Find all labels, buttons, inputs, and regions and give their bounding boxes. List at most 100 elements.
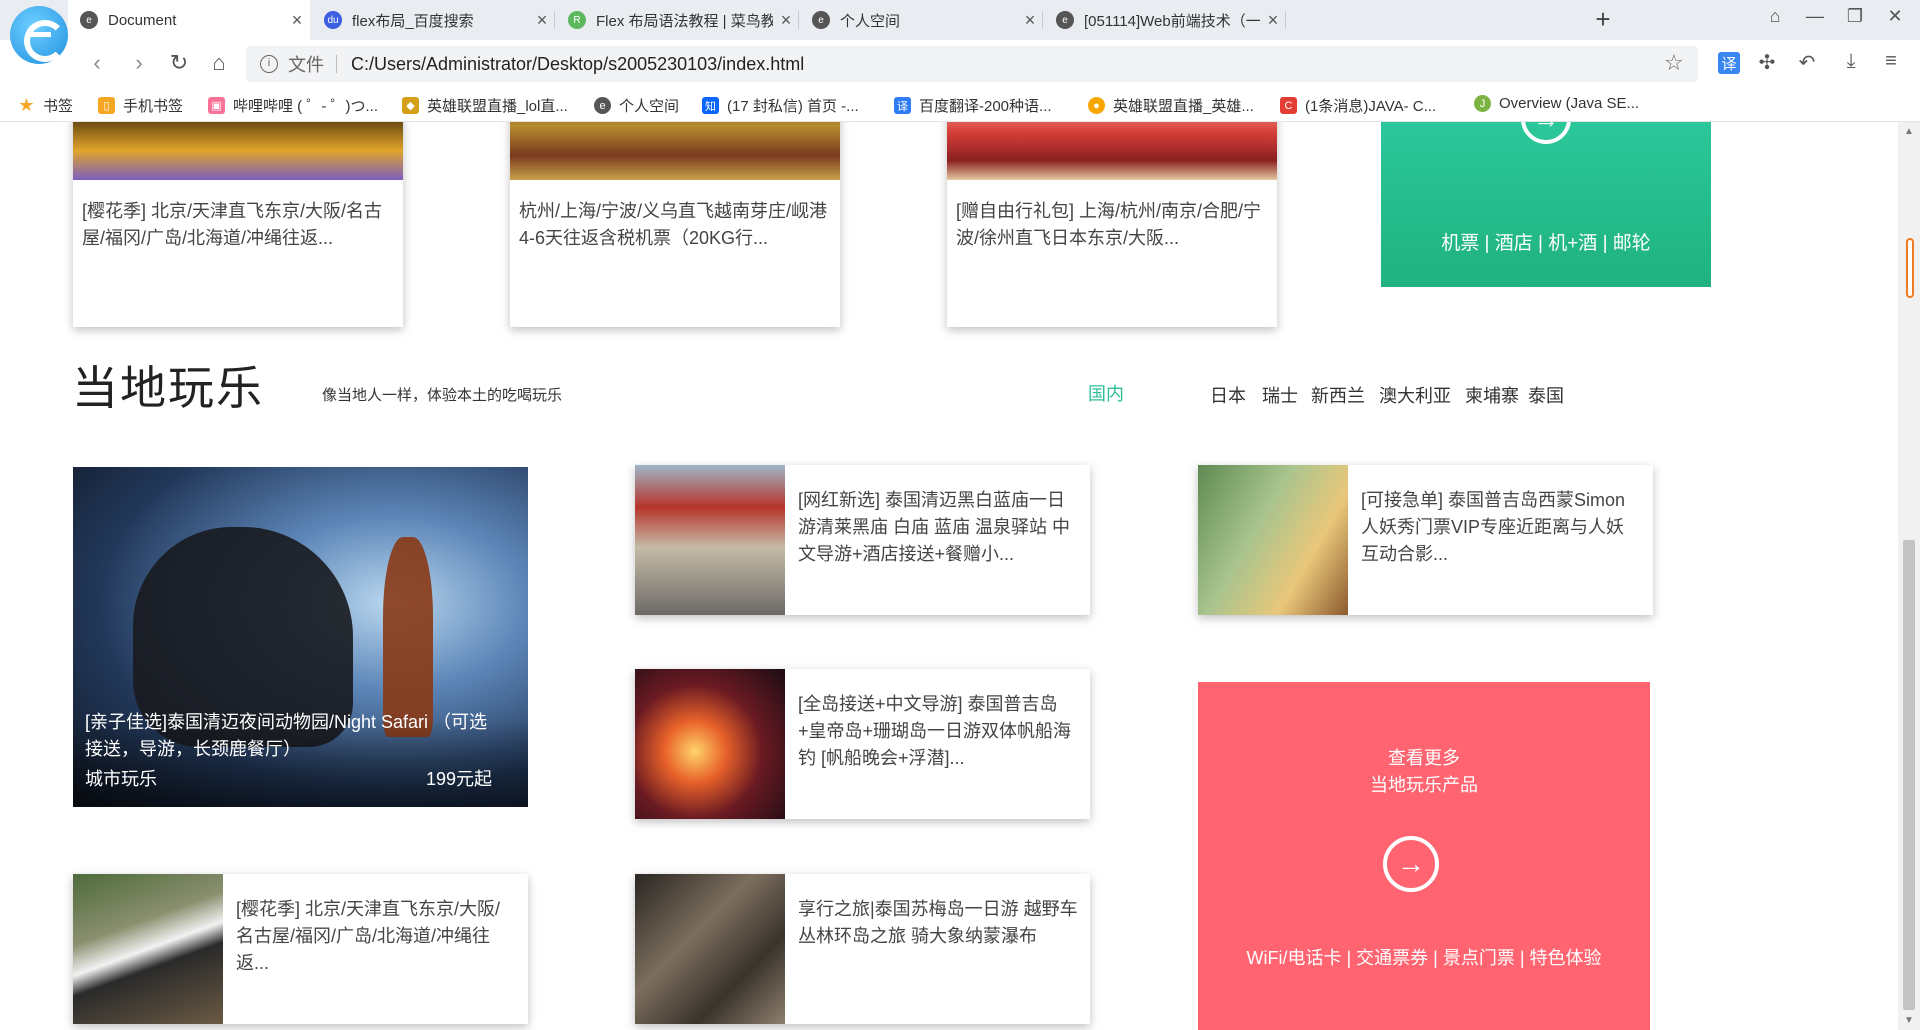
- travel-products-links[interactable]: 机票 | 酒店 | 机+酒 | 邮轮: [1381, 228, 1711, 255]
- tab-document[interactable]: e Document ×: [68, 0, 310, 40]
- bilibili-icon: ▣: [208, 97, 225, 114]
- more-links[interactable]: WiFi/电话卡 | 交通票券 | 景点门票 | 特色体验: [1198, 944, 1650, 970]
- arrow-right-circle-icon[interactable]: →: [1521, 122, 1571, 144]
- region-tab-japan[interactable]: 日本: [1210, 382, 1246, 408]
- tab-divider: [798, 11, 799, 29]
- bookmark-label: 个人空间: [619, 98, 680, 115]
- bookmark-label: 英雄联盟直播_lol直...: [427, 98, 568, 115]
- bookmark-label: Overview (Java SE...: [1499, 95, 1640, 112]
- card-title: [网红新选] 泰国清迈黑白蓝庙一日游清莱黑庙 白庙 蓝庙 温泉驿站 中文导游+酒…: [798, 490, 1071, 564]
- tab-title: Document: [108, 11, 177, 29]
- divider: [336, 55, 337, 73]
- feature-card-image[interactable]: [亲子佳选]泰国清迈夜间动物园/Night Safari （可选接送，导游，长颈…: [73, 467, 528, 807]
- arrow-right-circle-icon[interactable]: →: [1383, 836, 1439, 892]
- activity-card[interactable]: [网红新选] 泰国清迈黑白蓝庙一日游清莱黑庙 白庙 蓝庙 温泉驿站 中文导游+酒…: [635, 465, 1090, 615]
- card-image: [635, 874, 785, 1024]
- travel-products-box[interactable]: → 机票 | 酒店 | 机+酒 | 邮轮: [1381, 122, 1711, 287]
- e-icon: e: [1056, 11, 1074, 29]
- region-tab-australia[interactable]: 澳大利亚: [1379, 382, 1451, 408]
- activity-card[interactable]: [樱花季] 北京/天津直飞东京/大阪/名古屋/福冈/广岛/北海道/冲绳往返...: [73, 874, 528, 1024]
- shirt-skin-icon[interactable]: ⌂: [1760, 6, 1790, 27]
- zhihu-icon: 知: [702, 97, 719, 114]
- browser-logo: [10, 6, 68, 64]
- bookmark-label: 英雄联盟直播_英雄...: [1113, 98, 1254, 115]
- bookmark-item[interactable]: J Overview (Java SE...: [1474, 95, 1639, 112]
- tab-title: [051114]Web前端技术（一）-作: [1084, 12, 1260, 30]
- bookmark-label: 哔哩哔哩 ( ゜- ゜)つ...: [233, 98, 378, 115]
- flight-card-3[interactable]: [赠自由行礼包] 上海/杭州/南京/合肥/宁波/徐州直飞日本东京/大阪...: [947, 122, 1277, 327]
- flight-card-2[interactable]: 杭州/上海/宁波/义乌直飞越南芽庄/岘港4-6天往返含税机票（20KG行...: [510, 122, 840, 327]
- phone-icon: ▯: [98, 97, 115, 114]
- close-icon[interactable]: ×: [529, 10, 555, 31]
- close-icon[interactable]: ×: [1017, 10, 1043, 31]
- game-icon: ◆: [402, 97, 419, 114]
- home-icon[interactable]: ⌂: [204, 50, 234, 76]
- menu-icon[interactable]: ≡: [1878, 50, 1904, 76]
- card-title: [可接急单] 泰国普吉岛西蒙Simon人妖秀门票VIP专座近距离与人妖互动合影.…: [1361, 490, 1626, 564]
- e-icon: e: [80, 11, 98, 29]
- section-subtitle: 像当地人一样，体验本土的吃喝玩乐: [322, 387, 563, 404]
- url-text[interactable]: C:/Users/Administrator/Desktop/s20052301…: [351, 54, 804, 75]
- tab-web-course[interactable]: e [051114]Web前端技术（一）-作 ×: [1044, 0, 1286, 40]
- bookmark-item[interactable]: C (1条消息)JAVA- C...: [1280, 95, 1436, 116]
- card-title: 杭州/上海/宁波/义乌直飞越南芽庄/岘港4-6天往返含税机票（20KG行...: [519, 201, 828, 248]
- forward-icon[interactable]: ›: [124, 50, 154, 76]
- info-icon[interactable]: i: [260, 55, 278, 73]
- scroll-down-icon[interactable]: ▼: [1904, 1015, 1914, 1026]
- tab-flex-baidu[interactable]: du flex布局_百度搜索 ×: [312, 0, 555, 40]
- download-icon[interactable]: ⤓: [1838, 50, 1864, 76]
- card-title: 享行之旅|泰国苏梅岛一日游 越野车丛林环岛之旅 骑大象纳蒙瀑布: [798, 899, 1078, 946]
- region-tab-new-zealand[interactable]: 新西兰: [1311, 382, 1365, 408]
- tab-divider: [1042, 11, 1043, 29]
- activity-card[interactable]: [全岛接送+中文导游] 泰国普吉岛+皇帝岛+珊瑚岛一日游双体帆船海钓 [帆船晚会…: [635, 669, 1090, 819]
- bookmark-item[interactable]: ▯ 手机书签: [98, 95, 183, 116]
- bookmark-item[interactable]: e 个人空间: [594, 95, 679, 116]
- bookmark-label: 百度翻译-200种语...: [919, 98, 1052, 115]
- region-tab-thailand[interactable]: 泰国: [1528, 382, 1564, 408]
- scroll-up-icon[interactable]: ▲: [1904, 126, 1914, 137]
- file-scheme-label: 文件: [288, 55, 324, 75]
- more-local-products-box[interactable]: 查看更多 当地玩乐产品 → WiFi/电话卡 | 交通票券 | 景点门票 | 特…: [1198, 682, 1650, 1030]
- bookmark-item[interactable]: 知 (17 封私信) 首页 -...: [702, 95, 859, 116]
- translate-icon: 译: [894, 97, 911, 114]
- more-line-2: 当地玩乐产品: [1370, 775, 1478, 795]
- close-icon[interactable]: ×: [1260, 10, 1286, 31]
- undo-icon[interactable]: ↶: [1794, 50, 1820, 76]
- bookmark-item[interactable]: ★ 书签: [18, 95, 73, 116]
- translate-icon[interactable]: 译: [1718, 52, 1740, 74]
- region-tab-cambodia[interactable]: 柬埔寨: [1465, 382, 1519, 408]
- page-viewport: [樱花季] 北京/天津直飞东京/大阪/名古屋/福冈/广岛/北海道/冲绳往返...…: [0, 122, 1898, 1030]
- refresh-icon[interactable]: ↻: [164, 50, 194, 76]
- restore-button[interactable]: ❐: [1840, 6, 1870, 27]
- bookmark-item[interactable]: 译百度翻译-200种语...: [894, 95, 1052, 116]
- tab-runoob[interactable]: R Flex 布局语法教程 | 菜鸟教程 ×: [556, 0, 799, 40]
- bookmark-item[interactable]: ▣ 哔哩哔哩 ( ゜- ゜)つ...: [208, 95, 378, 116]
- card-image: [73, 874, 223, 1024]
- bookmark-item[interactable]: ◆ 英雄联盟直播_lol直...: [402, 95, 568, 116]
- bookmark-label: 手机书签: [123, 98, 184, 115]
- back-icon[interactable]: ‹: [82, 50, 112, 76]
- monk-silhouette: [383, 537, 433, 737]
- activity-card[interactable]: [可接急单] 泰国普吉岛西蒙Simon人妖秀门票VIP专座近距离与人妖互动合影.…: [1198, 465, 1653, 615]
- tab-divider: [554, 11, 555, 29]
- new-tab-button[interactable]: +: [1588, 4, 1618, 36]
- region-tab-domestic[interactable]: 国内: [1088, 380, 1124, 406]
- e-icon: e: [812, 11, 830, 29]
- scrollbar-thumb[interactable]: [1903, 540, 1915, 1010]
- activity-card[interactable]: 享行之旅|泰国苏梅岛一日游 越野车丛林环岛之旅 骑大象纳蒙瀑布: [635, 874, 1090, 1024]
- feature-card-price: 199元起: [425, 769, 492, 789]
- extensions-icon[interactable]: ✣: [1754, 50, 1780, 76]
- minimize-button[interactable]: —: [1800, 6, 1830, 27]
- region-tab-switzerland[interactable]: 瑞士: [1262, 382, 1298, 408]
- flight-card-1[interactable]: [樱花季] 北京/天津直飞东京/大阪/名古屋/福冈/广岛/北海道/冲绳往返...: [73, 122, 403, 327]
- tab-personal-space[interactable]: e 个人空间 ×: [800, 0, 1043, 40]
- bookmark-star-icon[interactable]: ☆: [1664, 50, 1684, 76]
- address-bar[interactable]: i 文件 C:/Users/Administrator/Desktop/s200…: [246, 46, 1698, 82]
- close-icon[interactable]: ×: [284, 10, 310, 31]
- tab-title: 个人空间: [840, 12, 901, 30]
- close-window-button[interactable]: ✕: [1880, 6, 1910, 27]
- bookmark-item[interactable]: ● 英雄联盟直播_英雄...: [1088, 95, 1254, 116]
- close-icon[interactable]: ×: [773, 10, 799, 31]
- tab-bar: e Document × du flex布局_百度搜索 × R Flex 布局语…: [0, 0, 1920, 40]
- card-image: [947, 122, 1277, 180]
